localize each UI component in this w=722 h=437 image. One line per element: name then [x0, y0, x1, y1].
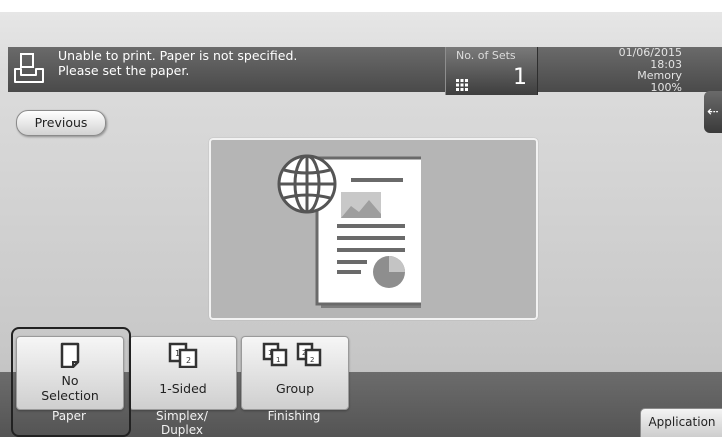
printer-icon — [14, 53, 44, 83]
memory-label: Memory — [637, 69, 682, 82]
finishing-value: Group — [275, 381, 315, 396]
status-info: 01/06/2015 18:03 Memory 100% — [562, 47, 682, 93]
finishing-label: Finishing — [267, 409, 321, 423]
copy-screen: Unable to print. Paper is not specified.… — [0, 0, 722, 437]
status-message-line2: Please set the paper. — [58, 63, 190, 78]
simplex-duplex-label: Simplex/ Duplex — [129, 409, 235, 437]
svg-text:2: 2 — [186, 356, 191, 365]
simplex-label-line1: Simplex/ — [156, 409, 208, 423]
svg-text:1: 1 — [268, 349, 272, 357]
svg-text:1: 1 — [276, 356, 280, 364]
status-header: Unable to print. Paper is not specified.… — [8, 47, 722, 95]
status-message-line1: Unable to print. Paper is not specified. — [58, 48, 298, 63]
application-button[interactable]: Application — [640, 408, 722, 437]
svg-text:2: 2 — [310, 356, 314, 364]
keypad-icon[interactable] — [456, 79, 468, 91]
date-display: 01/06/2015 — [618, 46, 682, 59]
finishing-button[interactable]: 1 1 2 2 Group — [241, 336, 349, 410]
sets-value: 1 — [513, 65, 527, 90]
number-of-sets-field[interactable]: No. of Sets 1 — [445, 47, 538, 95]
memory-value: 100% — [650, 80, 682, 94]
double-arrow-left-icon[interactable]: ⇠ — [704, 91, 722, 133]
sets-label: No. of Sets — [456, 49, 516, 62]
paper-selection-focus — [11, 327, 131, 437]
previous-button[interactable]: Previous — [16, 110, 106, 136]
preview-panel — [209, 138, 538, 320]
one-sided-icon: 1 2 — [168, 342, 198, 368]
document-preview-icon — [277, 154, 421, 308]
simplex-value: 1-Sided — [159, 381, 207, 396]
simplex-label-line2: Duplex — [160, 423, 204, 437]
top-margin — [0, 0, 722, 12]
svg-text:1: 1 — [175, 349, 180, 358]
svg-text:2: 2 — [302, 349, 306, 357]
simplex-duplex-button[interactable]: 1 2 1-Sided — [129, 336, 237, 410]
group-icon: 1 1 2 2 — [262, 342, 322, 367]
